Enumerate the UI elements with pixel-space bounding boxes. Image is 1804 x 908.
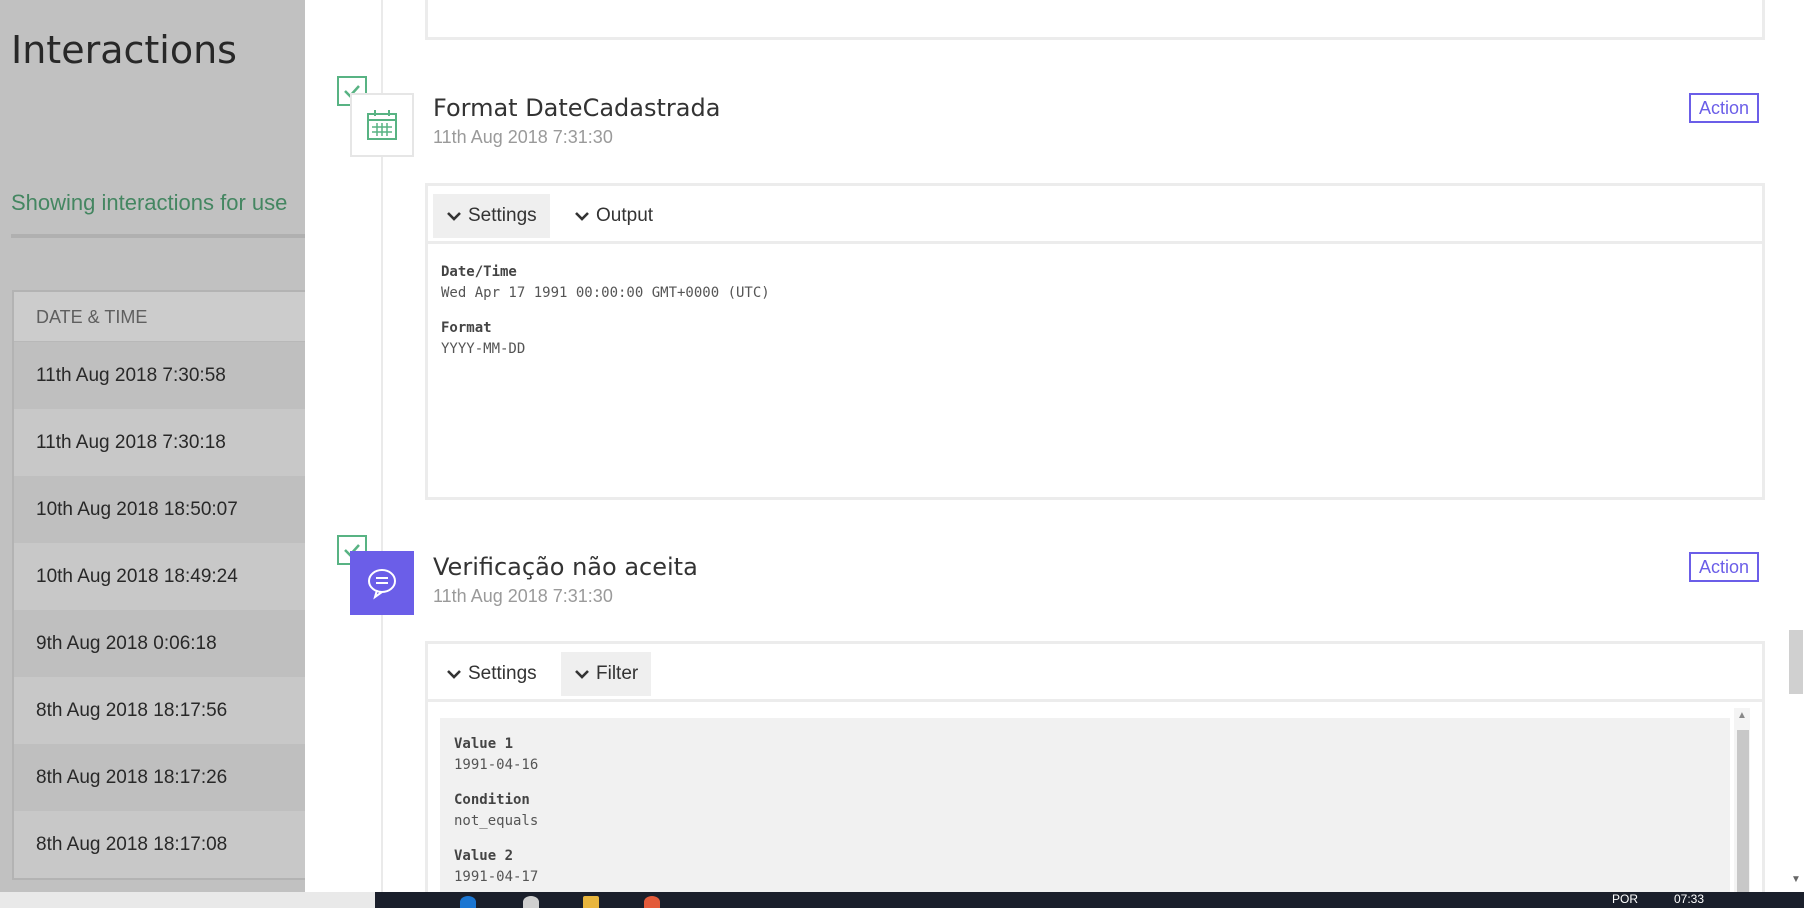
field-label: Format [441,320,492,336]
clock-time[interactable]: 07:33 [1674,892,1704,906]
field-value: not_equals [454,813,539,829]
scroll-down-arrow-icon[interactable]: ▼ [1791,874,1801,885]
page-scrollbar-thumb[interactable] [1789,630,1803,694]
keyboard-language[interactable]: POR [1612,892,1638,906]
chevron-down-icon [446,210,462,222]
step-details-box: Settings Output Date/Time Wed Apr 17 199… [425,183,1765,500]
filter-fields: Value 1 1991-04-16 Condition not_equals … [454,736,538,892]
browser-icon[interactable] [460,896,476,908]
tab-settings[interactable]: Settings [433,652,550,696]
field-label: Condition [454,792,530,808]
chevron-down-icon [574,668,590,680]
app-icon[interactable] [644,896,660,908]
action-badge[interactable]: Action [1689,93,1759,123]
tab-bar: Settings Filter [428,644,1762,702]
chevron-down-icon [574,210,590,222]
tab-label: Filter [596,663,639,684]
inner-scrollbar-thumb[interactable] [1737,730,1749,892]
field-label: Date/Time [441,264,517,280]
tab-label: Settings [468,663,537,684]
step-timestamp: 11th Aug 2018 7:31:30 [433,127,613,147]
calendar-icon [350,93,414,157]
field-label: Value 2 [454,848,514,864]
step-details-box: Settings Filter Value 1 1991-04-16 Condi… [425,641,1765,892]
step-timestamp: 11th Aug 2018 7:31:30 [433,586,613,606]
scroll-up-arrow-icon[interactable]: ▲ [1737,710,1747,721]
field-value: 1991-04-17 [454,869,539,885]
modal-overlay[interactable] [0,0,305,892]
previous-step-box [425,0,1765,40]
tab-settings[interactable]: Settings [433,194,550,238]
page-scrollbar[interactable]: ▼ [1787,0,1804,892]
filter-fields-area [440,718,1730,892]
tab-filter[interactable]: Filter [561,652,652,696]
taskbar-search-area[interactable] [0,892,375,908]
chat-bubble-icon [350,551,414,615]
step-title: Verificação não aceita [433,553,698,581]
folder-icon[interactable] [583,896,599,908]
tab-output[interactable]: Output [561,194,666,238]
tab-label: Settings [468,205,537,226]
action-badge[interactable]: Action [1689,552,1759,582]
field-label: Value 1 [454,736,514,752]
chevron-down-icon [446,668,462,680]
os-taskbar: POR 07:33 [0,892,1804,908]
field-value: YYYY-MM-DD [441,341,526,357]
tab-bar: Settings Output [428,186,1762,244]
interaction-detail-panel: Format DateCadastrada 11th Aug 2018 7:31… [305,0,1787,892]
step-title: Format DateCadastrada [433,94,721,122]
settings-fields: Date/Time Wed Apr 17 1991 00:00:00 GMT+0… [441,264,770,376]
field-value: 1991-04-16 [454,757,539,773]
tab-label: Output [596,205,654,226]
field-value: Wed Apr 17 1991 00:00:00 GMT+0000 (UTC) [441,285,770,301]
store-icon[interactable] [523,896,539,908]
